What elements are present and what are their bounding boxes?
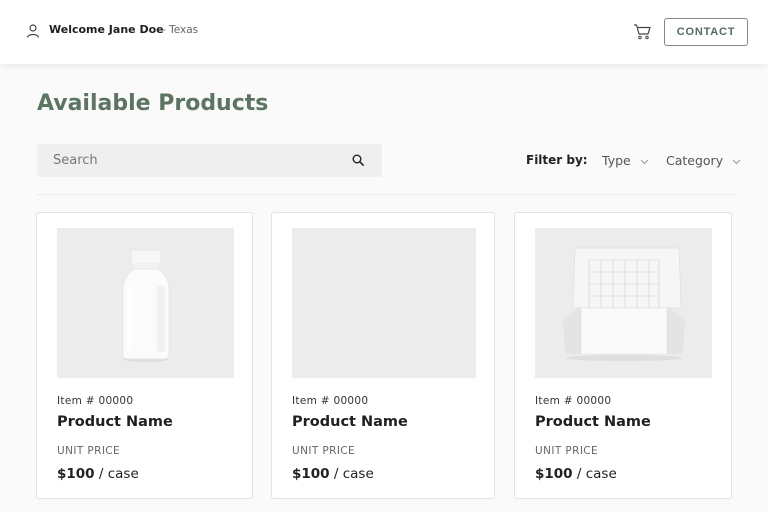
product-name[interactable]: Product Name <box>292 414 408 430</box>
price-amount: $100 <box>535 466 573 482</box>
category-filter-label: Category <box>666 153 724 168</box>
region-text: - Texas <box>162 24 199 36</box>
user-icon[interactable] <box>26 23 40 39</box>
product-name[interactable]: Product Name <box>535 414 651 430</box>
cart-icon[interactable] <box>633 23 651 40</box>
search-icon[interactable] <box>352 154 364 166</box>
product-image-open-box[interactable] <box>535 228 712 378</box>
product-card[interactable]: Item # 00000 Product Name UNIT PRICE $10… <box>514 212 732 499</box>
product-card[interactable]: Item # 00000 Product Name UNIT PRICE $10… <box>271 212 495 499</box>
unit-price-label: UNIT PRICE <box>535 445 599 457</box>
item-number: Item # 00000 <box>57 395 134 407</box>
unit-price-label: UNIT PRICE <box>57 445 121 457</box>
price-unit: / case <box>98 466 139 482</box>
chevron-down-icon <box>640 159 649 164</box>
price-unit: / case <box>333 466 374 482</box>
product-name[interactable]: Product Name <box>57 414 173 430</box>
price-amount: $100 <box>292 466 330 482</box>
price: $100 / case <box>292 466 374 482</box>
item-number: Item # 00000 <box>535 395 612 407</box>
divider <box>37 194 737 195</box>
unit-price-label: UNIT PRICE <box>292 445 356 457</box>
top-bar: Welcome Jane Doe - Texas CONTACT <box>0 0 768 64</box>
contact-button[interactable]: CONTACT <box>664 18 748 46</box>
open-box-illustration <box>535 228 712 378</box>
type-filter-label: Type <box>602 153 631 168</box>
category-filter-dropdown[interactable]: Category <box>666 153 741 169</box>
filter-label: Filter by: <box>526 153 588 167</box>
search-box[interactable] <box>37 144 382 177</box>
product-image-white-bottle[interactable] <box>57 228 234 378</box>
page-title: Available Products <box>37 91 269 116</box>
welcome-text: Welcome Jane Doe <box>49 23 164 36</box>
item-number: Item # 00000 <box>292 395 369 407</box>
chevron-down-icon <box>732 159 741 164</box>
price: $100 / case <box>57 466 139 482</box>
search-input[interactable] <box>37 144 347 177</box>
price-unit: / case <box>576 466 617 482</box>
bottle-illustration <box>57 228 234 378</box>
price-amount: $100 <box>57 466 95 482</box>
price: $100 / case <box>535 466 617 482</box>
product-image-placeholder[interactable] <box>292 228 476 378</box>
product-card[interactable]: Item # 00000 Product Name UNIT PRICE $10… <box>36 212 253 499</box>
type-filter-dropdown[interactable]: Type <box>602 153 649 169</box>
